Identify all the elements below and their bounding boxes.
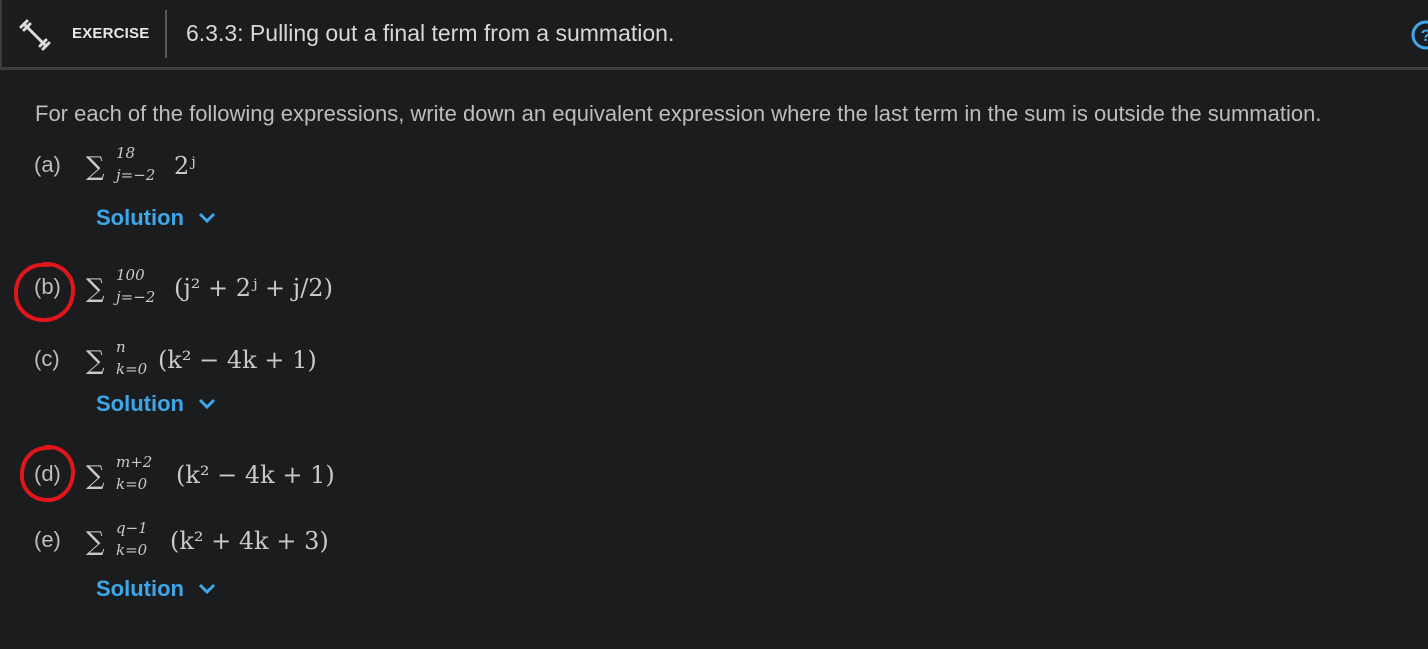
summand: (j² + 2ʲ + j/2)	[174, 274, 333, 302]
solution-toggle-a[interactable]: Solution	[96, 205, 216, 231]
help-icon[interactable]: ?	[1410, 19, 1428, 51]
upper-limit: 100	[116, 266, 145, 284]
upper-limit: n	[116, 338, 126, 356]
dumbbell-icon	[19, 19, 51, 51]
exercise-title: 6.3.3: Pulling out a final term from a s…	[186, 20, 675, 46]
solution-label: Solution	[96, 391, 184, 416]
solution-toggle-c[interactable]: Solution	[96, 391, 216, 417]
lower-limit: j=−2	[116, 166, 156, 184]
svg-text:?: ?	[1421, 26, 1428, 45]
part-label: (d)	[34, 461, 61, 486]
part-label: (a)	[34, 152, 61, 177]
summand: 2ʲ	[174, 152, 196, 180]
chevron-down-icon	[198, 398, 216, 410]
header-divider	[165, 10, 167, 58]
chevron-down-icon	[198, 583, 216, 595]
upper-limit: q−1	[116, 519, 148, 537]
lower-limit: k=0	[116, 360, 148, 378]
exercise-badge: EXERCISE	[72, 25, 150, 42]
exercise-instructions: For each of the following expressions, w…	[35, 101, 1322, 126]
part-label: (b)	[34, 274, 61, 299]
part-label: (c)	[34, 346, 60, 371]
upper-limit: m+2	[116, 453, 153, 471]
upper-limit: 18	[116, 144, 136, 162]
exercise-header: EXERCISE 6.3.3: Pulling out a final term…	[0, 0, 1428, 70]
lower-limit: k=0	[116, 541, 148, 559]
solution-label: Solution	[96, 205, 184, 230]
solution-label: Solution	[96, 576, 184, 601]
chevron-down-icon	[198, 212, 216, 224]
summand: (k² + 4k + 3)	[170, 527, 329, 555]
lower-limit: j=−2	[116, 288, 156, 306]
part-label: (e)	[34, 527, 61, 552]
summand: (k² − 4k + 1)	[176, 461, 335, 489]
lower-limit: k=0	[116, 475, 148, 493]
summand: (k² − 4k + 1)	[158, 346, 317, 374]
solution-toggle-e[interactable]: Solution	[96, 576, 216, 602]
